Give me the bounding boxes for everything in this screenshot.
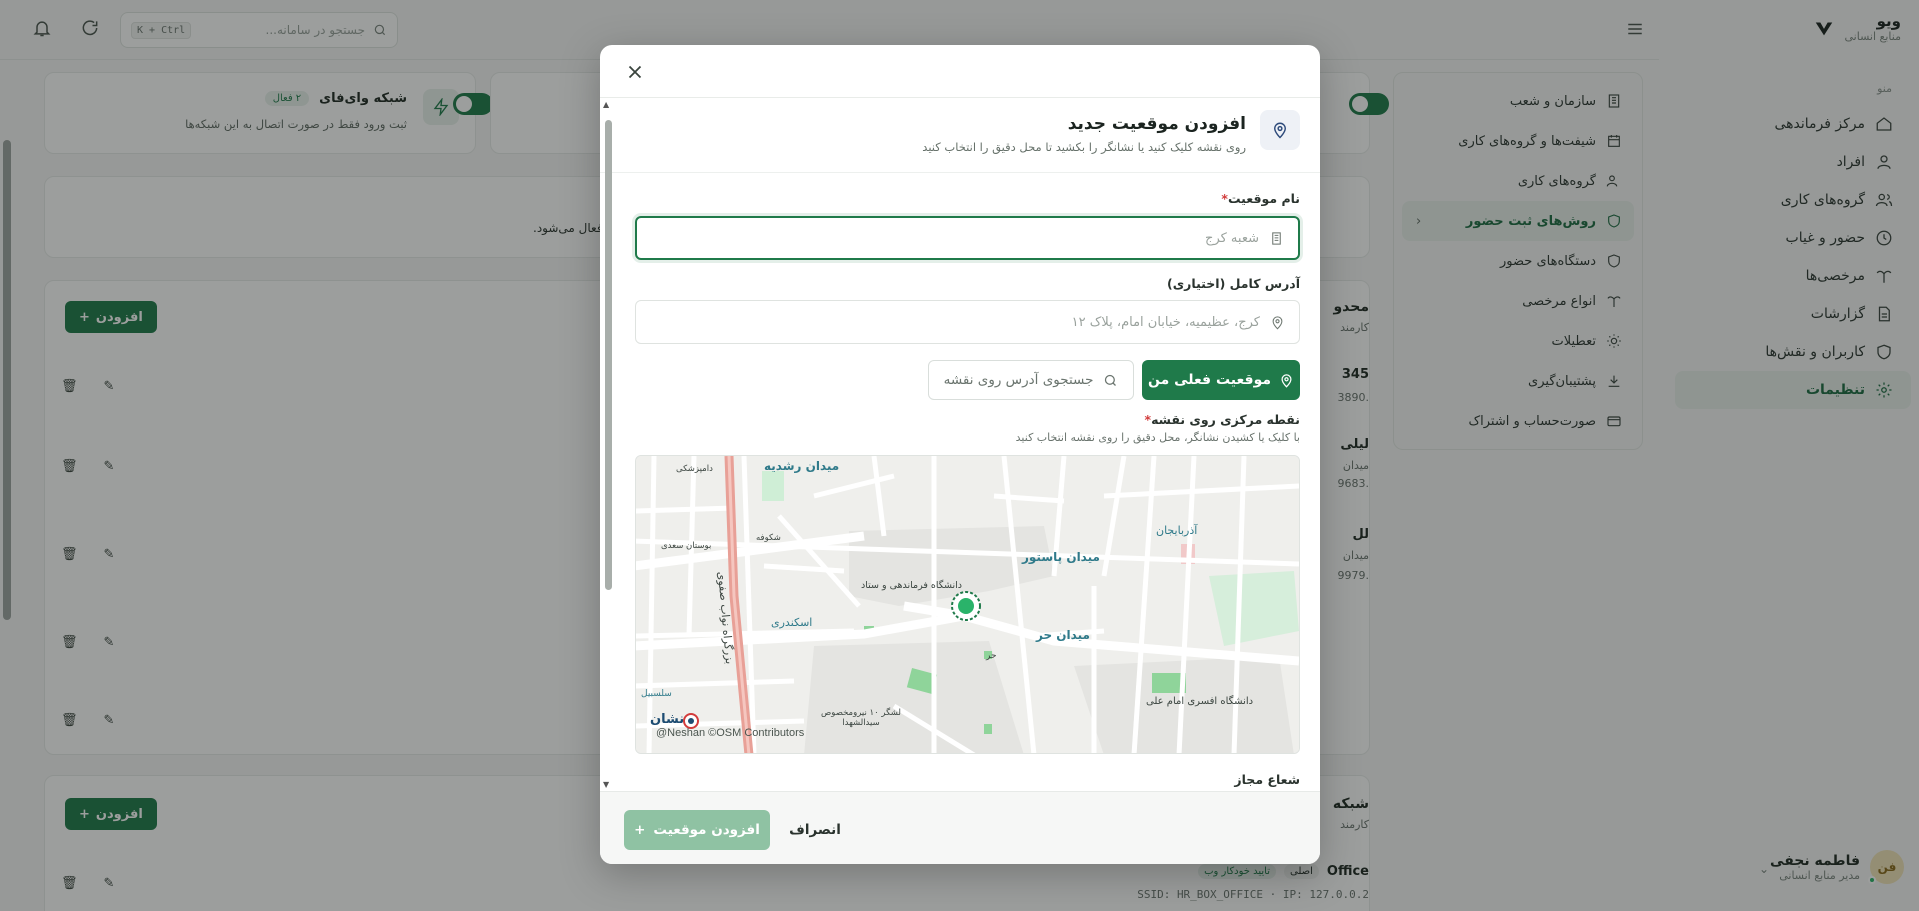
map-help-text: با کلیک یا کشیدن نشانگر، محل دقیق را روی…	[1015, 431, 1300, 444]
map-label-roshdieh: میدان رشدیه	[764, 459, 840, 473]
scroll-thumb[interactable]	[605, 120, 612, 590]
scroll-up-icon[interactable]: ▲	[603, 100, 609, 109]
map-label-text: نقطه مرکزی روی نقشه	[1151, 412, 1300, 427]
map-label-azerbaijan: آذربایجان	[1156, 524, 1198, 537]
map-label-shokouh: شکوفه	[756, 533, 781, 543]
modal-title: افزودن موقعیت جدید	[1067, 114, 1246, 134]
map-label-horr: حر	[986, 651, 997, 661]
map-label-bustan-saadi: بوستان سعدی	[661, 541, 712, 551]
name-label-text: نام موقعیت	[1227, 191, 1300, 206]
map-label-horr-square: میدان حر	[1036, 628, 1090, 642]
modal-scrollbar[interactable]: ▲ ▼	[602, 100, 612, 790]
map-pin-icon	[1260, 110, 1300, 150]
current-location-label: موقعیت فعلی من	[1148, 372, 1272, 388]
map-pin-icon	[1272, 315, 1283, 330]
address-label: آدرس کامل (اختیاری)	[1167, 276, 1300, 291]
add-location-modal: افزودن موقعیت جدید روی نقشه کلیک کنید یا…	[600, 45, 1320, 864]
modal-subtitle: روی نقشه کلیک کنید یا نشانگر را بکشید تا…	[922, 140, 1246, 154]
neshan-logo-text: نشان	[650, 712, 685, 727]
map-label-salsabil: سلسبیل	[641, 689, 672, 699]
neshan-logo: نشان	[650, 712, 684, 727]
radius-label: شعاع مجاز	[1234, 772, 1300, 787]
map-label-pastor: میدان پاستور	[1022, 550, 1100, 564]
building-icon	[1272, 231, 1281, 245]
add-location-submit-button[interactable]: افزودن موقعیت +	[624, 810, 770, 850]
address-placeholder: کرج، عظیمیه، خیابان امام، پلاک ۱۲	[1071, 314, 1260, 330]
address-input[interactable]: کرج، عظیمیه، خیابان امام، پلاک ۱۲	[635, 300, 1300, 344]
map-label-imam-ali: دانشگاه افسری امام علی	[1146, 696, 1254, 707]
map-streets	[636, 456, 1299, 753]
cancel-button[interactable]: انصراف	[789, 810, 841, 850]
modal-header: افزودن موقعیت جدید روی نقشه کلیک کنید یا…	[922, 110, 1300, 154]
modal-footer: افزودن موقعیت + انصراف	[600, 791, 1320, 864]
location-name-input[interactable]: شعبه کرج	[635, 216, 1300, 260]
map-label: نقطه مرکزی روی نقشه*	[1142, 412, 1300, 427]
submit-label: افزودن موقعیت	[653, 822, 760, 838]
map-search-button[interactable]: جستجوی آدرس روی نقشه	[928, 360, 1134, 400]
plus-icon: +	[634, 822, 646, 838]
map-label-university: دانشگاه فرماندهی و ستاد	[861, 580, 963, 591]
search-icon	[1105, 374, 1117, 386]
divider	[600, 172, 1320, 173]
map-label-lashkar: لشگر ۱۰ نیرومخصوص سیدالشهدا	[821, 708, 901, 728]
map-label-eskandari: اسکندری	[771, 616, 813, 629]
map-attribution: @Neshan ©OSM Contributors	[656, 727, 805, 739]
divider	[600, 97, 1320, 98]
name-label: نام موقعیت*	[1218, 191, 1300, 206]
close-icon[interactable]	[624, 61, 646, 83]
map-pin-icon	[1281, 373, 1292, 388]
scroll-down-icon[interactable]: ▼	[603, 780, 609, 789]
current-location-button[interactable]: موقعیت فعلی من	[1142, 360, 1300, 400]
map-canvas[interactable]: میدان رشدیه آذربایجان میدان پاستور دانشگ…	[635, 455, 1300, 754]
map-label-dampezeshki: دامپزشکی	[676, 464, 713, 474]
map-search-label: جستجوی آدرس روی نقشه	[943, 372, 1094, 388]
location-name-placeholder: شعبه کرج	[1205, 230, 1259, 246]
